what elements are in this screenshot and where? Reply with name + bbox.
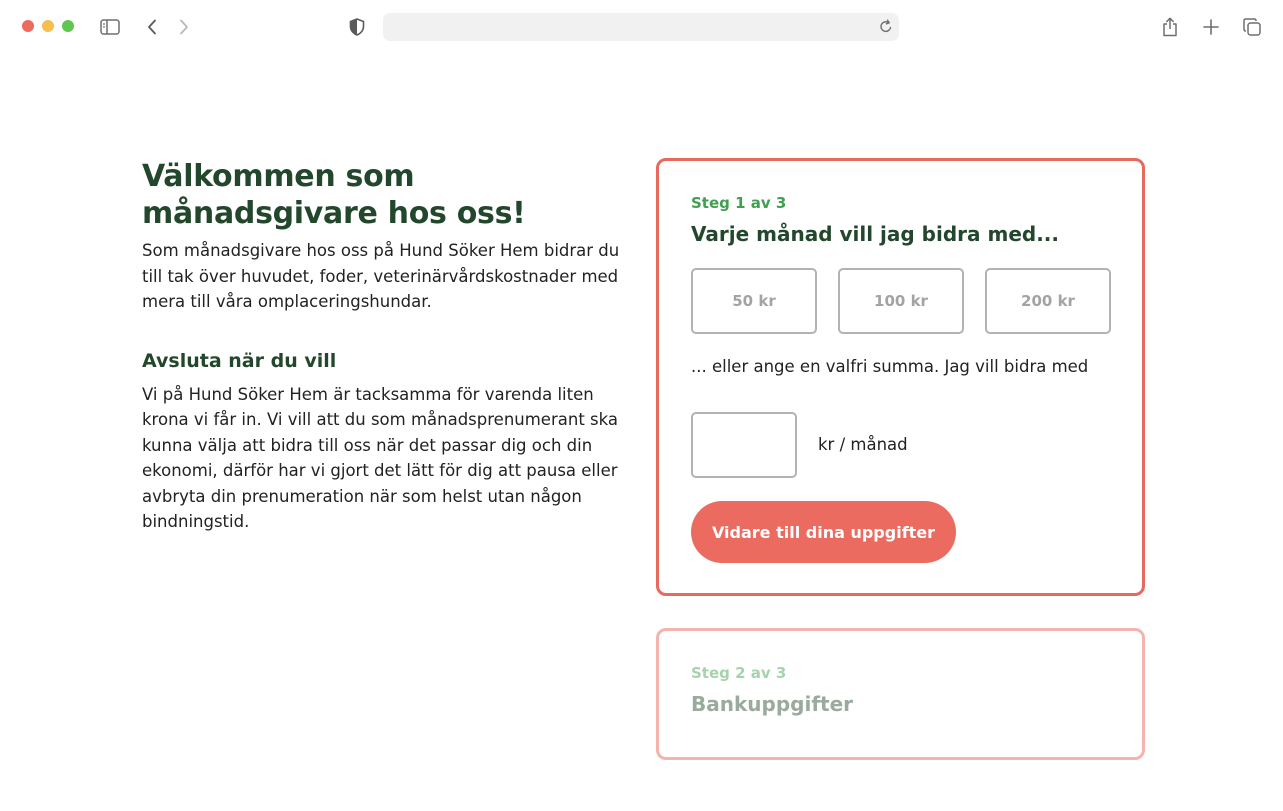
tabs-icon[interactable]: [1241, 14, 1263, 40]
address-bar[interactable]: [383, 13, 899, 41]
share-icon[interactable]: [1160, 14, 1180, 40]
custom-amount-input[interactable]: [691, 412, 797, 478]
step2-title: Bankuppgifter: [691, 692, 854, 716]
sidebar-icon[interactable]: [98, 14, 122, 40]
step2-label: Steg 2 av 3: [691, 664, 787, 682]
close-window-button[interactable]: [22, 20, 34, 32]
amount-200-button[interactable]: 200 kr: [985, 268, 1111, 334]
custom-amount-prompt: ... eller ange en valfri summa. Jag vill…: [691, 357, 1089, 376]
step1-card: Steg 1 av 3 Varje månad vill jag bidra m…: [656, 158, 1145, 596]
zoom-window-button[interactable]: [62, 20, 74, 32]
info-column: Välkommen som månadsgivare hos oss! Som …: [142, 158, 632, 535]
intro-text: Som månadsgivare hos oss på Hund Söker H…: [142, 241, 620, 311]
next-step-button[interactable]: Vidare till dina uppgifter: [691, 501, 956, 563]
back-icon[interactable]: [143, 14, 161, 40]
browser-toolbar: [0, 0, 1283, 54]
amount-50-button[interactable]: 50 kr: [691, 268, 817, 334]
minimize-window-button[interactable]: [42, 20, 54, 32]
shield-icon[interactable]: [347, 14, 367, 40]
amount-100-button[interactable]: 100 kr: [838, 268, 964, 334]
reload-icon[interactable]: [879, 19, 893, 38]
cancel-anytime-heading: Avsluta när du vill: [142, 349, 337, 372]
forward-icon[interactable]: [175, 14, 193, 40]
step1-label: Steg 1 av 3: [691, 194, 787, 212]
new-tab-icon[interactable]: [1201, 14, 1221, 40]
step1-title: Varje månad vill jag bidra med...: [691, 222, 1059, 246]
page-title: Välkommen som månadsgivare hos oss!: [142, 159, 526, 231]
cancel-anytime-text: Vi på Hund Söker Hem är tacksamma för va…: [142, 384, 619, 532]
step2-card: Steg 2 av 3 Bankuppgifter: [656, 628, 1145, 760]
unit-label: kr / månad: [818, 435, 908, 454]
